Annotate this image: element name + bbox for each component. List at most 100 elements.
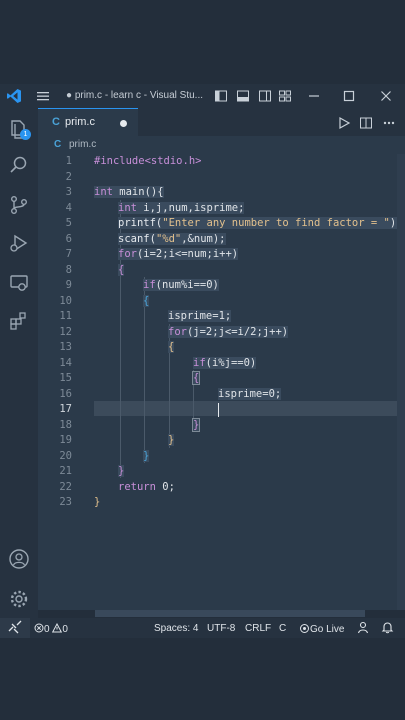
warning-icon — [52, 622, 63, 633]
account-icon[interactable] — [8, 548, 30, 570]
brace: } — [118, 465, 125, 477]
extensions-icon[interactable] — [8, 310, 30, 332]
run-debug-icon[interactable] — [8, 232, 30, 254]
settings-gear-icon[interactable] — [8, 588, 30, 610]
line-number: 6 — [65, 232, 72, 245]
explorer-icon[interactable]: 1 — [8, 118, 31, 140]
line-number: 3 — [65, 186, 72, 198]
indentation-status[interactable]: Spaces: 4 — [154, 623, 198, 634]
code-text: printf( — [118, 217, 163, 229]
minimize-icon[interactable] — [306, 88, 322, 107]
code-text: isprime=0; — [218, 387, 282, 400]
menu-icon[interactable] — [36, 89, 50, 106]
warning-count: 0 — [62, 624, 68, 635]
vertical-scrollbar[interactable] — [397, 154, 405, 610]
string-literal: "Enter any number to find factor = " — [162, 217, 390, 229]
line-number: 4 — [65, 201, 72, 214]
code-text: scanf( — [118, 232, 156, 245]
more-actions-icon[interactable] — [382, 115, 396, 134]
search-icon[interactable] — [8, 154, 30, 176]
maximize-icon[interactable] — [341, 88, 357, 107]
unsaved-dot-icon[interactable] — [120, 120, 127, 127]
toggle-panel-icon[interactable] — [236, 89, 250, 106]
source-control-icon[interactable] — [8, 194, 30, 216]
run-icon[interactable] — [337, 115, 351, 134]
line-number: 10 — [59, 294, 72, 307]
accounts-status-icon[interactable] — [357, 621, 370, 637]
vscode-logo-icon[interactable] — [6, 88, 22, 107]
code-line: isprime=1; — [168, 309, 232, 325]
brace: { — [168, 341, 175, 353]
keyword: int — [94, 186, 113, 198]
keyword: if — [143, 279, 156, 291]
keyword: for — [118, 248, 137, 260]
code-line: if(i%j==0) — [193, 356, 257, 372]
header-name: <stdio.h> — [144, 155, 202, 167]
code-editor[interactable]: 1 2 3 4 5 6 7 8 9 10 11 12 13 14 15 16 1… — [38, 154, 405, 610]
encoding-status[interactable]: UTF-8 — [207, 623, 235, 634]
code-line: } — [168, 433, 175, 449]
remote-explorer-icon[interactable] — [8, 272, 30, 294]
code-line: } — [118, 464, 125, 480]
explorer-badge: 1 — [20, 129, 31, 140]
c-file-icon: C — [54, 139, 62, 150]
code-line: return 0; — [118, 480, 175, 496]
horizontal-scrollbar[interactable] — [95, 610, 365, 617]
include-directive: #include — [94, 155, 145, 167]
line-number: 2 — [65, 170, 72, 183]
line-number: 14 — [59, 356, 72, 369]
line-number: 20 — [59, 449, 72, 462]
line-number: 9 — [65, 279, 72, 291]
line-number: 18 — [59, 418, 72, 431]
code-line: } — [191, 417, 201, 434]
keyword: return — [118, 480, 156, 493]
brace: } — [191, 417, 201, 432]
brace: } — [94, 496, 101, 508]
string-literal: "%d" — [155, 232, 182, 245]
code-text: (j=2;j<=i/2;j++) — [186, 325, 289, 338]
tab-label: prim.c — [65, 116, 95, 128]
breadcrumb: C prim.c — [38, 136, 405, 154]
code-text: (i%j==0) — [205, 356, 257, 369]
code-text: ,&num); — [181, 232, 226, 245]
line-number: 16 — [59, 387, 72, 400]
go-live-button[interactable]: Go Live — [299, 623, 344, 635]
notifications-bell-icon[interactable] — [381, 621, 394, 637]
code-line: int main(){ — [94, 185, 164, 201]
code-line: for(j=2;j<=i/2;j++) — [168, 325, 289, 341]
line-number: 22 — [59, 480, 72, 493]
code-line: scanf("%d",&num); — [118, 232, 226, 248]
code-line: for(i=2;i<=num;i++) — [118, 247, 239, 263]
line-number: 21 — [59, 465, 72, 477]
eol-status[interactable]: CRLF — [245, 623, 271, 634]
toggle-primary-sidebar-icon[interactable] — [214, 89, 228, 106]
current-line-highlight — [94, 401, 405, 416]
error-count: 0 — [44, 624, 50, 635]
text-cursor — [218, 402, 219, 417]
code-text: (i=2;i<=num;i++) — [136, 248, 239, 260]
remote-indicator[interactable] — [0, 618, 30, 638]
customize-layout-icon[interactable] — [278, 89, 292, 106]
keyword: int — [118, 201, 137, 214]
line-number: 7 — [65, 248, 72, 260]
language-status[interactable]: C — [279, 623, 286, 634]
line-number: 15 — [59, 372, 72, 384]
code-text: i,j,num,isprime; — [136, 201, 245, 214]
code-line: #include<stdio.h> — [94, 154, 201, 170]
code-line: int i,j,num,isprime; — [118, 201, 245, 217]
tab-prim-c[interactable]: C prim.c — [38, 108, 138, 137]
code-text: (num%i==0) — [155, 279, 219, 291]
line-number: 17 — [59, 403, 72, 415]
problems-indicator[interactable]: 0 0 — [34, 622, 68, 635]
error-icon — [34, 623, 44, 633]
split-editor-icon[interactable] — [359, 115, 373, 134]
line-number: 1 — [65, 155, 72, 167]
keyword: for — [168, 325, 187, 338]
close-icon[interactable] — [378, 88, 394, 107]
toggle-secondary-sidebar-icon[interactable] — [258, 89, 272, 106]
window-title: ● prim.c - learn c - Visual Stu... — [66, 90, 204, 101]
c-file-icon: C — [52, 116, 60, 128]
line-number: 13 — [59, 341, 72, 353]
line-number: 8 — [65, 263, 72, 276]
breadcrumb-file[interactable]: prim.c — [69, 139, 96, 150]
